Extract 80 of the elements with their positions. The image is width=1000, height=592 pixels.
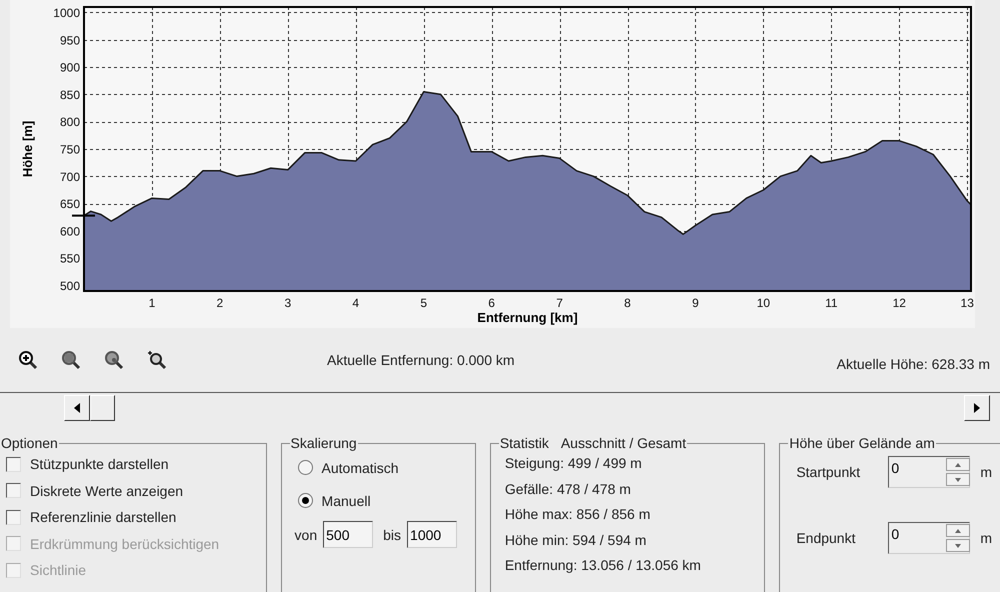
radio-button[interactable]: [298, 493, 313, 508]
scrollbar-thumb[interactable]: [90, 395, 115, 421]
statistic-line: Steigung: 499 / 499 m: [504, 454, 643, 473]
x-tick-label: 11: [825, 296, 838, 310]
spin-box[interactable]: 0: [888, 456, 970, 488]
spin-down-button[interactable]: [946, 473, 970, 486]
up-arrow-icon: [955, 462, 962, 466]
to-field[interactable]: 1000: [407, 521, 458, 548]
field-label: Endpunkt: [795, 530, 856, 546]
x-tick-label: 12: [892, 296, 906, 310]
x-tick-label: 13: [960, 296, 974, 310]
x-axis-title: Entfernung [km]: [477, 310, 578, 325]
y-tick-label: 1000: [53, 6, 80, 20]
statistic-line: Entfernung: 13.056 / 13.056 km: [504, 556, 702, 575]
x-tick-label: 7: [556, 296, 563, 310]
radio-button[interactable]: [298, 460, 313, 475]
group-subtitle: Ausschnitt / Gesamt: [560, 435, 686, 451]
x-tick-label: 6: [488, 296, 495, 310]
y-tick-label: 700: [60, 170, 80, 184]
statistic-line: Höhe min: 594 / 594 m: [504, 530, 648, 550]
group-title: Skalierung: [290, 435, 358, 451]
x-tick-label: 4: [352, 296, 360, 310]
x-tick-label: 5: [420, 296, 428, 310]
scroll-left-button[interactable]: [64, 395, 90, 421]
spin-down-button[interactable]: [946, 539, 970, 552]
x-tick-label: 9: [692, 296, 699, 310]
left-arrow-icon: [74, 403, 80, 413]
option-label: Sichtlinie: [30, 562, 86, 578]
down-arrow-icon: [955, 544, 962, 548]
unit-label: m: [980, 530, 992, 546]
up-arrow-icon: [955, 528, 962, 532]
radio-label: Manuell: [322, 492, 371, 508]
unit-label: m: [980, 464, 992, 480]
zoom-box-icon[interactable]: [60, 349, 82, 371]
spin-up-button[interactable]: [946, 458, 970, 471]
option-label: Erdkrümmung berücksichtigen: [30, 536, 220, 552]
y-axis-title: Höhe [m]: [20, 120, 35, 178]
x-tick-label: 1: [148, 296, 156, 310]
x-tick-label: 8: [624, 296, 631, 310]
spin-up-button[interactable]: [946, 524, 970, 537]
y-tick-label: 500: [60, 279, 80, 294]
height-readout: Aktuelle Höhe: 628.33 m: [836, 356, 990, 372]
y-tick-label: 950: [60, 33, 80, 48]
checkbox[interactable]: [6, 456, 21, 472]
y-tick-label: 800: [60, 115, 80, 130]
from-field[interactable]: 500: [323, 521, 374, 548]
x-tick-label: 10: [756, 296, 770, 310]
y-tick-label: 600: [60, 224, 80, 238]
field-label: Startpunkt: [795, 464, 862, 480]
y-tick-label: 900: [60, 60, 80, 75]
zoom-reset-icon[interactable]: [146, 349, 168, 371]
option-label: Diskrete Werte anzeigen: [30, 482, 184, 499]
distance-readout: Aktuelle Entfernung: 0.000 km: [327, 352, 515, 368]
y-tick-label: 750: [60, 142, 80, 156]
right-arrow-icon: [974, 403, 980, 413]
from-label: von: [294, 526, 318, 542]
y-tick-label: 850: [60, 88, 80, 102]
statistic-line: Höhe max: 856 / 856 m: [504, 505, 652, 524]
y-tick-label: 550: [60, 252, 80, 266]
x-tick-label: 3: [284, 296, 292, 310]
y-tick-label: 650: [60, 197, 80, 212]
to-label: bis: [383, 526, 402, 542]
number-input[interactable]: 0: [889, 523, 946, 545]
option-label: Stützpunkte darstellen: [30, 456, 169, 472]
x-tick-label: 2: [216, 296, 224, 310]
spin-box[interactable]: 0: [888, 522, 970, 554]
down-arrow-icon: [955, 478, 962, 482]
position-marker: [72, 214, 95, 217]
checkbox[interactable]: [6, 510, 21, 525]
group-title: Höhe über Gelände am: [788, 435, 936, 451]
zoom-out-icon[interactable]: [103, 349, 125, 371]
group-title: Statistik: [500, 435, 549, 451]
statistic-line: Gefälle: 478 / 478 m: [504, 480, 632, 498]
option-label: Referenzlinie darstellen: [30, 509, 176, 526]
radio-label: Automatisch: [322, 460, 399, 476]
scroll-right-button[interactable]: [964, 395, 990, 421]
number-input[interactable]: 0: [889, 457, 946, 479]
group-title: Optionen: [0, 435, 59, 451]
zoom-in-icon[interactable]: [17, 349, 39, 371]
checkbox[interactable]: [6, 483, 21, 498]
